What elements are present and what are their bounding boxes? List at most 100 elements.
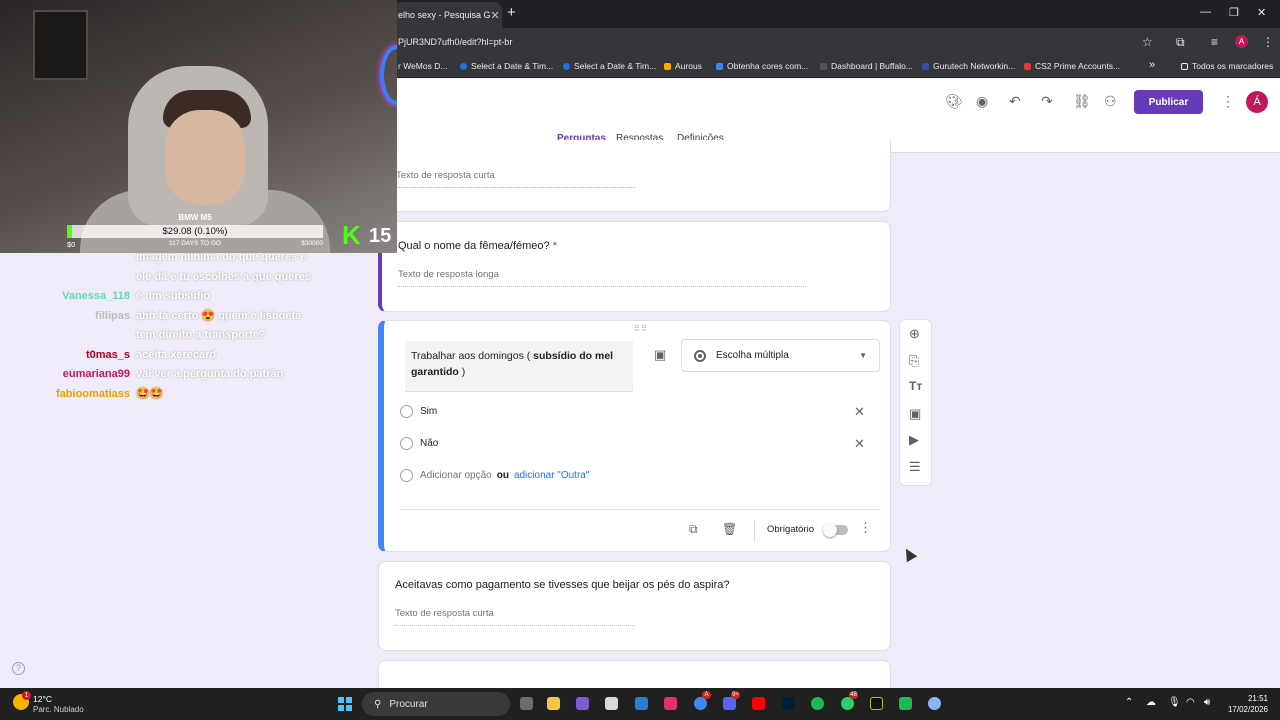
- add-image-icon[interactable]: ▣: [654, 347, 666, 363]
- store-icon[interactable]: [605, 697, 618, 710]
- chat-username: fillipas: [95, 309, 130, 322]
- option-row[interactable]: Sim: [400, 405, 437, 418]
- reading-list-icon[interactable]: ≡: [1211, 35, 1218, 49]
- tray-chevron-icon[interactable]: ⌃: [1125, 697, 1133, 708]
- more-options-icon[interactable]: ⋮: [859, 520, 872, 536]
- weather-desc: Parc. Nublado: [33, 705, 84, 714]
- required-toggle[interactable]: [823, 523, 848, 537]
- add-other-button[interactable]: adicionar "Outra": [514, 470, 589, 481]
- option-label[interactable]: Sim: [420, 406, 437, 417]
- new-tab-button[interactable]: +: [507, 5, 516, 21]
- bookmark-item[interactable]: Dashboard | Buffalo...: [820, 61, 913, 71]
- bookmarks-overflow-button[interactable]: »: [1149, 59, 1155, 71]
- add-option-button[interactable]: Adicionar opção: [420, 470, 492, 481]
- folder-icon: [1181, 62, 1188, 70]
- bookmark-item[interactable]: Select a Date & Tim...: [460, 61, 553, 71]
- add-question-icon[interactable]: ⊕: [909, 326, 920, 342]
- option-row[interactable]: Não: [400, 437, 438, 450]
- question-title-input[interactable]: Trabalhar aos domingos ( subsídio do mel…: [405, 341, 633, 392]
- task-view-icon[interactable]: [520, 697, 533, 710]
- extensions-icon[interactable]: ⧉: [1176, 35, 1185, 50]
- bookmark-label: r WeMos D...: [398, 61, 448, 71]
- option-label[interactable]: Não: [420, 438, 438, 449]
- browser-menu-icon[interactable]: ⋮: [1262, 35, 1274, 49]
- bookmark-item[interactable]: Gurutech Networkin...: [922, 61, 1015, 71]
- import-questions-icon[interactable]: ⎘: [909, 353, 919, 369]
- kick-logo-icon: K: [342, 220, 361, 250]
- trash-icon[interactable]: 🗑︎: [722, 522, 737, 536]
- publish-button[interactable]: Publicar: [1134, 90, 1203, 114]
- bookmark-item[interactable]: r WeMos D...: [398, 61, 447, 71]
- weather-badge: 1: [22, 691, 31, 700]
- photoshop-icon[interactable]: [782, 697, 795, 710]
- app-icon[interactable]: [899, 697, 912, 710]
- question-text: Qual o nome da fêmea/fémeo?: [398, 240, 550, 252]
- bookmark-label: Todos os marcadores: [1192, 61, 1274, 71]
- bookmark-label: Select a Date & Tim...: [471, 61, 554, 71]
- spotify-icon[interactable]: [811, 697, 824, 710]
- bookmark-item[interactable]: Select a Date & Tim...: [563, 61, 656, 71]
- photos-icon[interactable]: [635, 697, 648, 710]
- question-card[interactable]: Aceitavas como pagamento se tivesses que…: [378, 561, 891, 651]
- long-answer-placeholder: Texto de resposta longa: [398, 269, 806, 287]
- remove-option-icon[interactable]: ✕: [854, 436, 865, 452]
- chat-text: imagem mínima do que queres e: [136, 253, 307, 263]
- bookmark-item[interactable]: Aurous: [664, 61, 702, 71]
- volume-icon[interactable]: 🔊︎: [1204, 697, 1210, 708]
- chat-username: Vanessa_118: [62, 290, 130, 302]
- account-avatar[interactable]: Á: [1246, 91, 1268, 113]
- url-field[interactable]: PjUR3ND7ufh0/edit?hl=pt-br: [398, 37, 512, 47]
- question-card[interactable]: Texto de resposta curta: [378, 140, 891, 212]
- terminal-icon[interactable]: [870, 697, 883, 710]
- add-section-icon[interactable]: ☰: [909, 459, 921, 475]
- copilot-icon[interactable]: [576, 697, 589, 710]
- instagram-icon[interactable]: [664, 697, 677, 710]
- tab-close-icon[interactable]: ✕: [491, 9, 500, 22]
- goal-max: $30000: [301, 240, 323, 247]
- tab-title: elho sexy - Pesquisa G: [398, 10, 491, 20]
- add-video-icon[interactable]: ▶: [909, 432, 919, 448]
- bookmark-item[interactable]: CS2 Prime Accounts...: [1024, 61, 1120, 71]
- more-options-icon[interactable]: ⋮: [1221, 93, 1235, 110]
- profile-avatar[interactable]: A: [1235, 35, 1248, 48]
- bookmark-label: Obtenha cores com...: [727, 61, 809, 71]
- short-answer-placeholder: Texto de resposta curta: [396, 170, 636, 188]
- chat-text: aceita xerecard: [136, 348, 217, 361]
- redo-icon[interactable]: ↷: [1041, 93, 1053, 110]
- preview-eye-icon[interactable]: ◉: [976, 93, 988, 110]
- microphone-icon[interactable]: 🎙︎: [1168, 697, 1181, 708]
- active-question-card[interactable]: ⠿⠿ Trabalhar aos domingos ( subsídio do …: [378, 320, 891, 552]
- add-image-icon[interactable]: ▣: [909, 406, 921, 422]
- browser-tab[interactable]: elho sexy - Pesquisa G ✕: [390, 2, 502, 28]
- wifi-icon[interactable]: ◠: [1186, 697, 1195, 708]
- clock-time: 21:51: [1247, 694, 1268, 703]
- tray-app-icon[interactable]: ☁: [1146, 697, 1156, 708]
- duplicate-icon[interactable]: ⧉: [689, 522, 698, 537]
- maximize-icon[interactable]: ❐: [1229, 6, 1239, 19]
- system-clock[interactable]: 21:51 17/02/2026: [1224, 693, 1268, 715]
- taskbar-search[interactable]: ⚲ Procurar: [362, 692, 510, 716]
- goal-days: 117 DAYS TO GO: [169, 240, 221, 247]
- file-explorer-icon[interactable]: [547, 697, 560, 710]
- bookmark-label: Dashboard | Buffalo...: [831, 61, 913, 71]
- help-icon[interactable]: ?: [12, 662, 25, 675]
- question-card[interactable]: Qual o nome da fêmea/fémeo? * Texto de r…: [378, 221, 891, 312]
- add-collaborator-icon[interactable]: ⚇: [1104, 93, 1117, 110]
- bookmark-item[interactable]: Obtenha cores com...: [716, 61, 808, 71]
- minimize-icon[interactable]: —: [1200, 6, 1211, 18]
- remove-option-icon[interactable]: ✕: [854, 404, 865, 420]
- close-window-icon[interactable]: ✕: [1257, 6, 1266, 19]
- start-button[interactable]: [338, 697, 352, 711]
- all-bookmarks-button[interactable]: Todos os marcadores: [1181, 61, 1273, 71]
- settings-icon[interactable]: [928, 697, 941, 710]
- add-title-icon[interactable]: Tт: [909, 379, 922, 393]
- undo-icon[interactable]: ↶: [1009, 93, 1021, 110]
- drag-handle-icon[interactable]: ⠿⠿: [634, 324, 648, 333]
- link-icon[interactable]: ⛓: [1073, 93, 1091, 110]
- youtube-icon[interactable]: [752, 697, 765, 710]
- star-bookmark-icon[interactable]: ☆: [1142, 35, 1153, 49]
- question-type-select[interactable]: Escolha múltipla ▼: [681, 339, 880, 372]
- palette-icon[interactable]: 🎨︎: [945, 93, 963, 110]
- goal-title: BMW M5: [178, 213, 212, 222]
- chat-username: t0mas_s: [85, 348, 130, 361]
